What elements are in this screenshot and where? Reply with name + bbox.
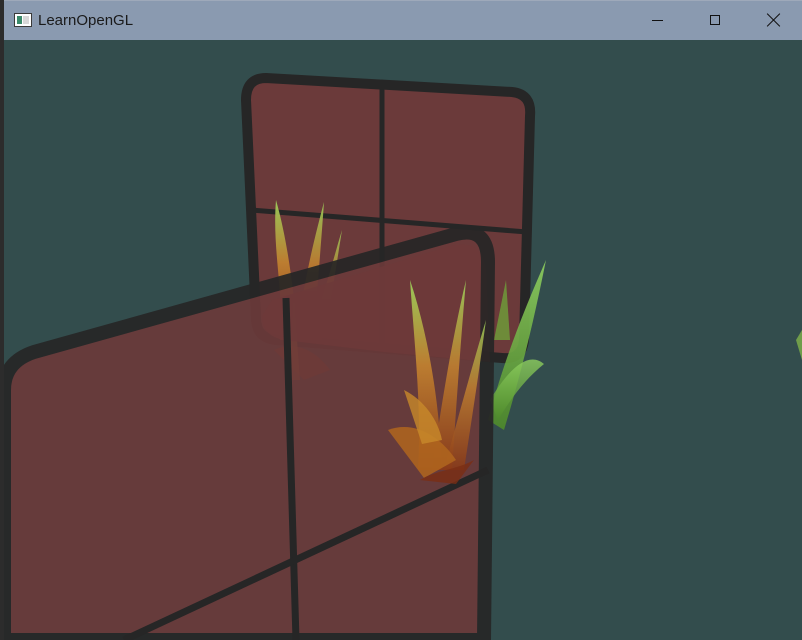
scene-render [4, 40, 802, 640]
minimize-button[interactable] [628, 1, 686, 41]
maximize-icon [710, 15, 720, 25]
opengl-viewport[interactable] [4, 40, 802, 640]
title-bar[interactable]: LearnOpenGL [4, 0, 802, 40]
app-icon [14, 13, 32, 27]
app-window: LearnOpenGL [0, 0, 802, 640]
window-title: LearnOpenGL [38, 12, 134, 29]
close-icon [767, 13, 781, 27]
close-button[interactable] [744, 1, 802, 41]
maximize-button[interactable] [686, 1, 744, 41]
minimize-icon [652, 20, 663, 21]
